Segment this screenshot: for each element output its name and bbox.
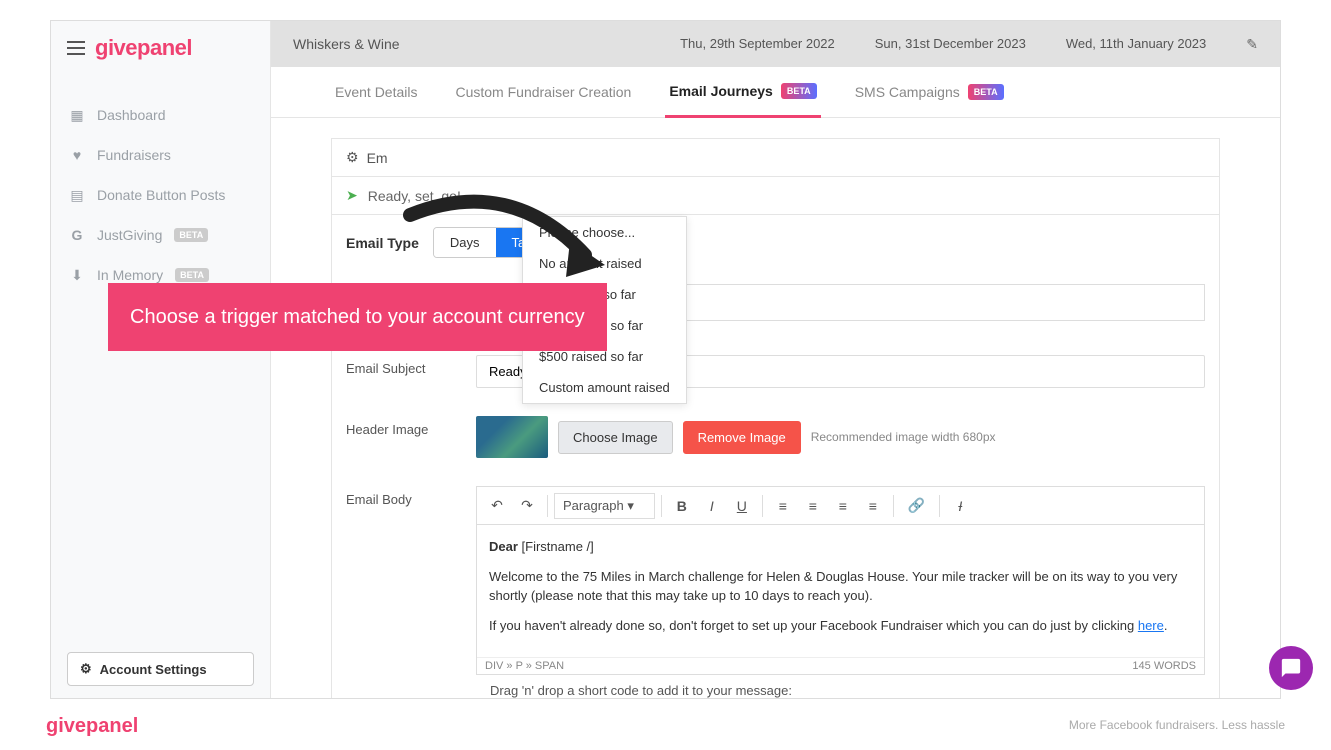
journey-header-text: Em bbox=[367, 150, 388, 166]
sidebar-item-label: Donate Button Posts bbox=[97, 187, 225, 203]
brand-logo: givepanel bbox=[95, 35, 192, 61]
date-start: Thu, 29th September 2022 bbox=[680, 35, 835, 53]
sidebar-header: givepanel bbox=[51, 21, 270, 75]
tab-event-details[interactable]: Event Details bbox=[331, 67, 421, 117]
list-icon: ▤ bbox=[69, 187, 85, 203]
underline-icon[interactable]: U bbox=[728, 492, 756, 520]
sidebar-nav: ▦ Dashboard ♥ Fundraisers ▤ Donate Butto… bbox=[51, 75, 270, 640]
beta-badge: BETA bbox=[175, 268, 209, 282]
header-image-label: Header Image bbox=[346, 416, 456, 458]
sidebar-footer: ⚙ Account Settings bbox=[51, 640, 270, 698]
editor-wordcount: 145 WORDS bbox=[1132, 660, 1196, 672]
grid-icon: ▦ bbox=[69, 107, 85, 123]
sidebar-item-dashboard[interactable]: ▦ Dashboard bbox=[51, 95, 270, 135]
image-hint: Recommended image width 680px bbox=[811, 430, 996, 444]
header-image-thumbnail bbox=[476, 416, 548, 458]
beta-badge: BETA bbox=[968, 84, 1004, 100]
sidebar: givepanel ▦ Dashboard ♥ Fundraisers ▤ Do… bbox=[51, 21, 271, 698]
body-row: Email Body ↶ ↷ Paragraph ▾ B bbox=[332, 472, 1219, 698]
body-label: Email Body bbox=[346, 486, 456, 698]
editor-toolbar: ↶ ↷ Paragraph ▾ B I U ≡ bbox=[477, 487, 1204, 525]
topbar: Whiskers & Wine Thu, 29th September 2022… bbox=[271, 21, 1280, 67]
redo-icon[interactable]: ↷ bbox=[513, 491, 541, 520]
chat-widget-button[interactable] bbox=[1269, 646, 1313, 690]
align-left-icon[interactable]: ≡ bbox=[769, 492, 797, 520]
account-settings-label: Account Settings bbox=[100, 662, 207, 677]
tab-sms-campaigns[interactable]: SMS Campaigns BETA bbox=[851, 67, 1008, 117]
subject-label: Email Subject bbox=[346, 355, 456, 388]
greeting-token: [Firstname /] bbox=[522, 539, 594, 554]
memory-icon: ⬇ bbox=[69, 267, 85, 283]
journey-settings-header[interactable]: ⚙ Em bbox=[332, 139, 1219, 177]
org-name: Whiskers & Wine bbox=[293, 36, 680, 52]
date-end: Sun, 31st December 2023 bbox=[875, 35, 1026, 53]
dropdown-item[interactable]: Custom amount raised bbox=[523, 372, 686, 403]
beta-badge: BETA bbox=[174, 228, 208, 242]
remove-image-button[interactable]: Remove Image bbox=[683, 421, 801, 454]
tab-label: Custom Fundraiser Creation bbox=[455, 84, 631, 100]
send-icon: ➤ bbox=[346, 187, 358, 204]
annotation-arrow-icon bbox=[400, 185, 620, 295]
main: Whiskers & Wine Thu, 29th September 2022… bbox=[271, 21, 1280, 698]
shortcode-hint: Drag 'n' drop a short code to add it to … bbox=[476, 675, 1205, 698]
paragraph-label: Paragraph bbox=[563, 498, 624, 513]
link-icon[interactable]: 🔗 bbox=[900, 491, 933, 520]
sidebar-item-donate-posts[interactable]: ▤ Donate Button Posts bbox=[51, 175, 270, 215]
header-image-row: Header Image Choose Image Remove Image R… bbox=[332, 402, 1219, 472]
tab-label: Email Journeys bbox=[669, 83, 773, 99]
editor-statusbar: DIV » P » SPAN 145 WORDS bbox=[477, 657, 1204, 674]
sidebar-item-label: Fundraisers bbox=[97, 147, 171, 163]
footer-text: More Facebook fundraisers. Less hassle bbox=[1069, 718, 1285, 732]
sidebar-item-label: JustGiving bbox=[97, 227, 162, 243]
body-link[interactable]: here bbox=[1138, 618, 1164, 633]
sidebar-item-label: In Memory bbox=[97, 267, 163, 283]
email-editor: ↶ ↷ Paragraph ▾ B I U ≡ bbox=[476, 486, 1205, 675]
tab-custom-fundraiser[interactable]: Custom Fundraiser Creation bbox=[451, 67, 635, 117]
align-justify-icon[interactable]: ≡ bbox=[859, 492, 887, 520]
choose-image-button[interactable]: Choose Image bbox=[558, 421, 673, 454]
beta-badge: BETA bbox=[781, 83, 817, 99]
undo-icon[interactable]: ↶ bbox=[483, 491, 511, 520]
heart-icon: ♥ bbox=[69, 147, 85, 163]
account-settings-button[interactable]: ⚙ Account Settings bbox=[67, 652, 254, 686]
justgiving-icon: G bbox=[69, 227, 85, 243]
sidebar-item-justgiving[interactable]: G JustGiving BETA bbox=[51, 215, 270, 255]
gear-icon: ⚙ bbox=[346, 149, 359, 166]
italic-icon[interactable]: I bbox=[698, 492, 726, 520]
bold-icon[interactable]: B bbox=[668, 492, 696, 520]
body-paragraph: Welcome to the 75 Miles in March challen… bbox=[489, 567, 1192, 606]
hamburger-icon[interactable] bbox=[67, 41, 85, 55]
align-center-icon[interactable]: ≡ bbox=[799, 492, 827, 520]
tab-label: SMS Campaigns bbox=[855, 84, 960, 100]
body-paragraph-prefix: If you haven't already done so, don't fo… bbox=[489, 618, 1138, 633]
app-frame: givepanel ▦ Dashboard ♥ Fundraisers ▤ Do… bbox=[50, 20, 1281, 699]
editor-body[interactable]: Dear [Firstname /] Welcome to the 75 Mil… bbox=[477, 525, 1204, 657]
tabs: Event Details Custom Fundraiser Creation… bbox=[271, 67, 1280, 118]
tab-label: Event Details bbox=[335, 84, 417, 100]
date-extra: Wed, 11th January 2023 bbox=[1066, 35, 1206, 53]
paragraph-select[interactable]: Paragraph ▾ bbox=[554, 493, 655, 519]
align-right-icon[interactable]: ≡ bbox=[829, 492, 857, 520]
annotation-callout: Choose a trigger matched to your account… bbox=[108, 283, 607, 351]
greeting-prefix: Dear bbox=[489, 539, 522, 554]
tab-email-journeys[interactable]: Email Journeys BETA bbox=[665, 67, 820, 118]
edit-icon[interactable]: ✎ bbox=[1246, 36, 1258, 53]
gear-icon: ⚙ bbox=[80, 661, 92, 677]
footer-logo: givepanel bbox=[46, 715, 138, 738]
sidebar-item-label: Dashboard bbox=[97, 107, 166, 123]
clear-format-icon[interactable]: I bbox=[946, 492, 974, 520]
sidebar-item-fundraisers[interactable]: ♥ Fundraisers bbox=[51, 135, 270, 175]
editor-path: DIV » P » SPAN bbox=[485, 660, 564, 672]
